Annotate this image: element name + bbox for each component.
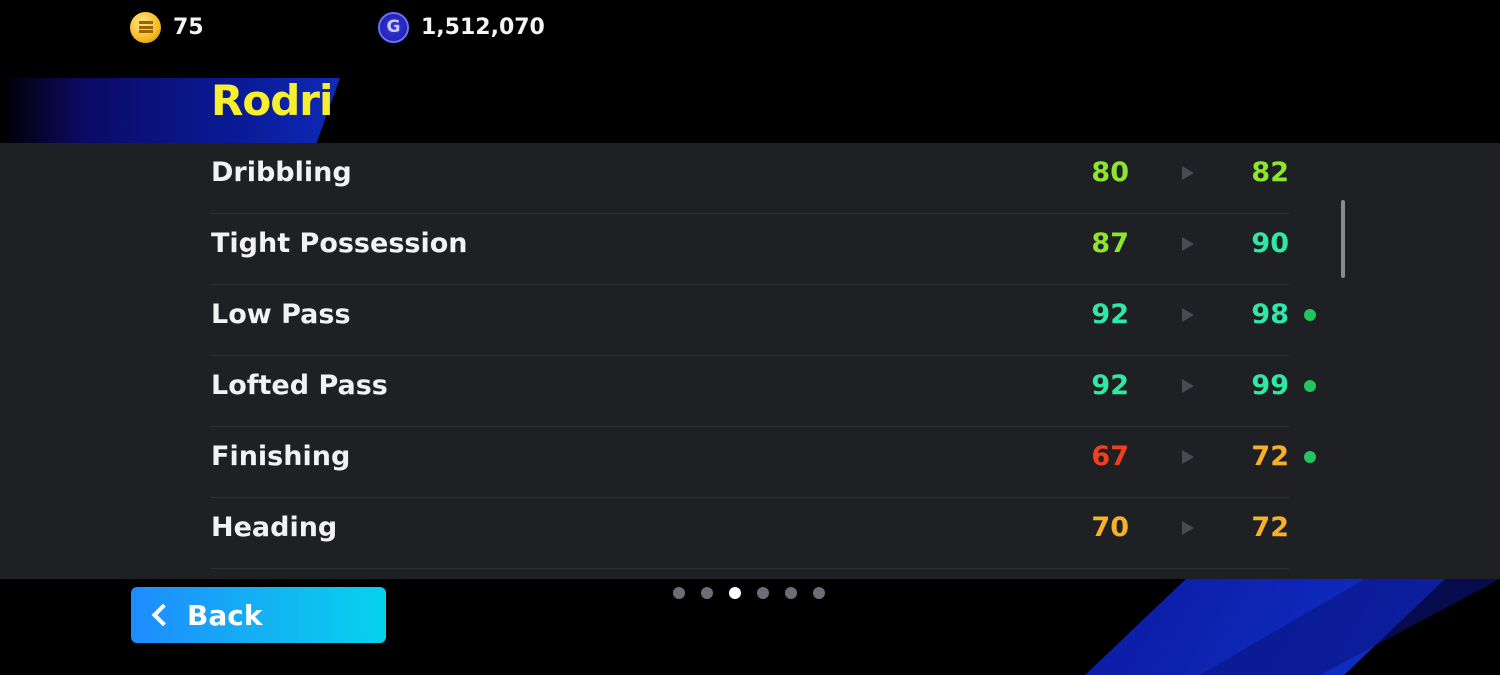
stat-new-value: 99	[1251, 370, 1289, 401]
stat-row-lofted-pass: Lofted Pass 92 99	[211, 356, 1316, 427]
arrow-right-icon	[1182, 450, 1194, 464]
stat-row-finishing: Finishing 67 72	[211, 427, 1316, 498]
arrow-right-icon	[1182, 166, 1194, 180]
coins-value: 75	[173, 14, 204, 40]
stat-label: Finishing	[211, 441, 351, 472]
stat-label: Lofted Pass	[211, 370, 388, 401]
page-dot[interactable]	[757, 587, 769, 599]
gp-display: G 1,512,070	[378, 10, 545, 44]
stats-scrollbar[interactable]	[1341, 200, 1345, 278]
boost-indicator-dot	[1304, 380, 1316, 392]
boost-indicator-dot	[1304, 451, 1316, 463]
boost-indicator-dot	[1304, 309, 1316, 321]
stat-row-tight-possession: Tight Possession 87 90	[211, 214, 1289, 285]
page-dot-active[interactable]	[729, 587, 741, 599]
coin-icon	[130, 11, 161, 43]
stat-old-value: 92	[1091, 299, 1129, 330]
stat-new-value: 72	[1251, 441, 1289, 472]
stat-old-value: 80	[1091, 157, 1129, 188]
stat-old-value: 92	[1091, 370, 1129, 401]
page-dot[interactable]	[673, 587, 685, 599]
page-indicator	[673, 587, 825, 599]
stat-old-value: 67	[1091, 441, 1129, 472]
gp-icon: G	[378, 11, 409, 43]
player-name: Rodri	[211, 76, 333, 125]
stat-row-dribbling: Dribbling 80 82	[211, 143, 1289, 214]
page-dot[interactable]	[785, 587, 797, 599]
stat-old-value: 87	[1091, 228, 1129, 259]
arrow-right-icon	[1182, 308, 1194, 322]
gp-value: 1,512,070	[421, 14, 545, 40]
stat-old-value: 70	[1091, 512, 1129, 543]
stat-row-low-pass: Low Pass 92 98	[211, 285, 1316, 356]
stat-label: Tight Possession	[211, 228, 468, 259]
chevron-left-icon	[151, 603, 175, 627]
page-dot[interactable]	[813, 587, 825, 599]
stat-new-value: 98	[1251, 299, 1289, 330]
stat-row-heading: Heading 70 72	[211, 498, 1289, 569]
page-dot[interactable]	[701, 587, 713, 599]
stat-new-value: 82	[1251, 157, 1289, 188]
stat-label: Heading	[211, 512, 338, 543]
stats-panel[interactable]: Dribbling 80 82 Tight Possession 87 90 L…	[0, 143, 1500, 579]
stat-new-value: 90	[1251, 228, 1289, 259]
stat-label: Low Pass	[211, 299, 351, 330]
arrow-right-icon	[1182, 379, 1194, 393]
arrow-right-icon	[1182, 237, 1194, 251]
back-button[interactable]: Back	[131, 587, 386, 643]
stat-label: Dribbling	[211, 157, 352, 188]
back-button-label: Back	[187, 598, 263, 632]
coins-display: 75	[130, 10, 204, 44]
stat-new-value: 72	[1251, 512, 1289, 543]
arrow-right-icon	[1182, 521, 1194, 535]
top-currency-bar: 75 G 1,512,070	[0, 0, 1500, 55]
